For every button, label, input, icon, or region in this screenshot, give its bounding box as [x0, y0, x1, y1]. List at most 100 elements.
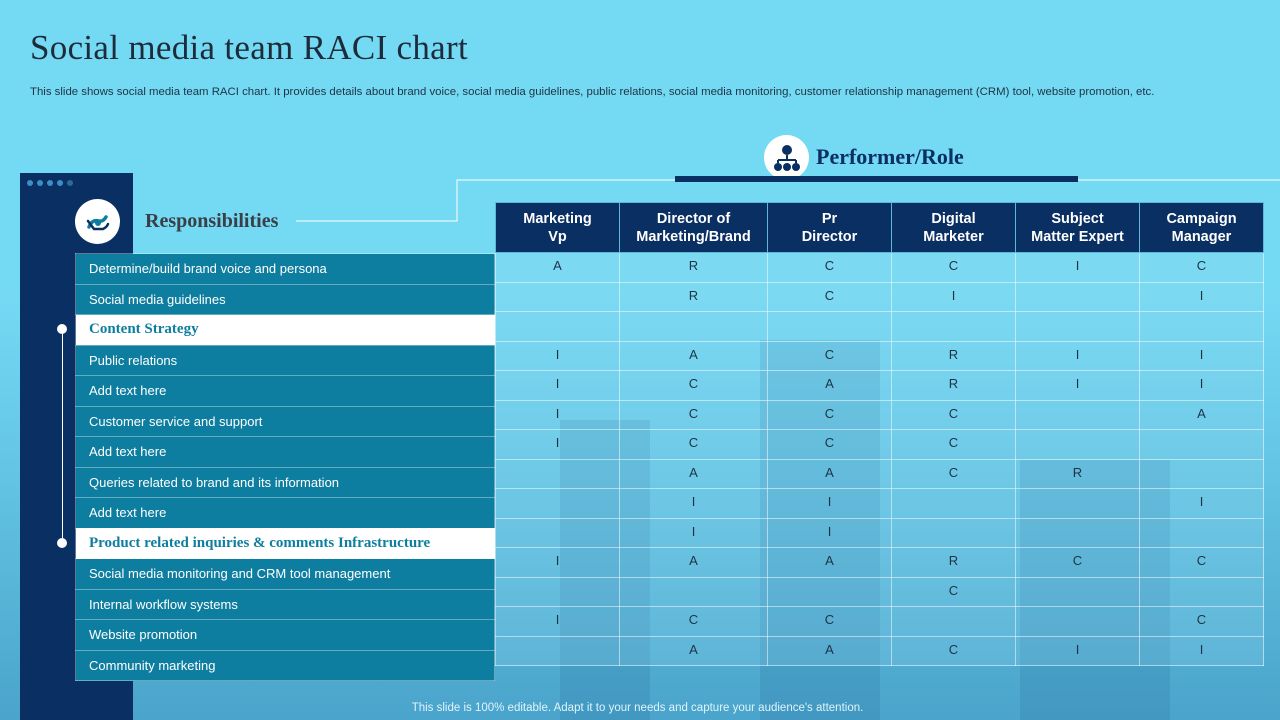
raci-cell: [767, 311, 892, 342]
role-header-line: Marketer: [923, 228, 984, 245]
raci-cell: I: [767, 488, 892, 519]
table-row: Public relations: [75, 344, 495, 376]
raci-cell: R: [891, 340, 1016, 371]
raci-cell: [495, 458, 620, 489]
raci-cell: C: [891, 576, 1016, 607]
raci-cell: I: [495, 547, 620, 578]
raci-cell: I: [495, 606, 620, 637]
raci-cell: I: [1015, 635, 1140, 666]
raci-cell: [1139, 458, 1264, 489]
role-header-line: Matter Expert: [1031, 228, 1124, 245]
raci-cell: I: [1139, 281, 1264, 312]
raci-cell: I: [619, 517, 768, 548]
raci-cell: I: [1139, 635, 1264, 666]
raci-cell: A: [495, 252, 620, 283]
table-row: ICCC: [495, 429, 1264, 460]
raci-cell: A: [767, 547, 892, 578]
raci-cell: A: [767, 458, 892, 489]
raci-cell: C: [1139, 547, 1264, 578]
timeline-dot: [57, 538, 67, 548]
raci-cell: [1015, 606, 1140, 637]
raci-cell: C: [767, 340, 892, 371]
raci-cell: [891, 311, 1016, 342]
performer-heading: Performer/Role: [816, 144, 964, 169]
raci-cell: [619, 576, 768, 607]
role-header: Pr Director: [767, 202, 892, 253]
role-header-line: Director: [801, 228, 858, 245]
raci-cell: C: [767, 399, 892, 430]
table-row: II: [495, 517, 1264, 548]
responsibility-label: Website promotion: [75, 619, 495, 651]
raci-cell: C: [767, 252, 892, 283]
responsibility-label: Add text here: [75, 375, 495, 407]
timeline-line: [62, 329, 63, 543]
raci-cell: C: [891, 429, 1016, 460]
raci-cell: A: [619, 458, 768, 489]
raci-cell: C: [1139, 606, 1264, 637]
timeline-dot: [57, 324, 67, 334]
performer-underline: [675, 176, 1078, 182]
org-chart-icon: [764, 135, 809, 180]
table-row: [495, 311, 1264, 342]
role-header-line: Pr: [821, 210, 838, 227]
raci-cell: [495, 576, 620, 607]
role-header: Subject Matter Expert: [1015, 202, 1140, 253]
table-row: C: [495, 576, 1264, 607]
raci-cell: A: [619, 340, 768, 371]
raci-cell: [891, 606, 1016, 637]
role-header-line: Marketing: [523, 210, 592, 227]
role-header-line: Director of: [656, 210, 731, 227]
raci-cell: [1139, 517, 1264, 548]
raci-cell: [891, 517, 1016, 548]
raci-cell: R: [619, 252, 768, 283]
raci-cell: I: [1139, 340, 1264, 371]
section-heading: Content Strategy: [75, 314, 495, 346]
raci-cell: R: [891, 370, 1016, 401]
table-row: Queries related to brand and its informa…: [75, 466, 495, 498]
responsibility-label: Community marketing: [75, 649, 495, 681]
raci-cell: A: [767, 635, 892, 666]
raci-cell: I: [767, 517, 892, 548]
raci-cell: C: [619, 399, 768, 430]
raci-cell: [1139, 311, 1264, 342]
table-row: Social media monitoring and CRM tool man…: [75, 558, 495, 590]
raci-cell: I: [1139, 370, 1264, 401]
table-row: AACR: [495, 458, 1264, 489]
table-row: Determine/build brand voice and persona: [75, 253, 495, 285]
table-row: IAARCC: [495, 547, 1264, 578]
role-header: Digital Marketer: [891, 202, 1016, 253]
table-row: Content Strategy: [75, 314, 495, 346]
raci-cell: C: [619, 429, 768, 460]
raci-cell: I: [1015, 252, 1140, 283]
responsibility-label: Internal workflow systems: [75, 588, 495, 620]
table-row: AACII: [495, 635, 1264, 666]
raci-cell: A: [767, 370, 892, 401]
role-header-line: Campaign: [1166, 210, 1237, 227]
table-row: Product related inquiries & comments Inf…: [75, 527, 495, 559]
table-row: Add text here: [75, 497, 495, 529]
raci-cell: C: [767, 606, 892, 637]
raci-cell: [891, 488, 1016, 519]
role-header-line: Vp: [548, 228, 567, 245]
raci-cell: R: [619, 281, 768, 312]
raci-cell: I: [495, 399, 620, 430]
raci-cell: [767, 576, 892, 607]
table-row: Add text here: [75, 436, 495, 468]
raci-cell: [1015, 488, 1140, 519]
raci-cell: C: [619, 370, 768, 401]
raci-cell: [495, 281, 620, 312]
responsibility-label: Social media guidelines: [75, 283, 495, 315]
table-row: ICCCA: [495, 399, 1264, 430]
raci-cell: C: [891, 635, 1016, 666]
role-header-line: Subject: [1051, 210, 1104, 227]
table-row: Community marketing: [75, 649, 495, 681]
table-row: Add text here: [75, 375, 495, 407]
raci-cell: C: [1015, 547, 1140, 578]
raci-cell: A: [619, 547, 768, 578]
table-row: Customer service and support: [75, 405, 495, 437]
responsibility-label: Queries related to brand and its informa…: [75, 466, 495, 498]
handshake-icon: [75, 199, 120, 244]
raci-cell: C: [619, 606, 768, 637]
raci-cell: C: [891, 252, 1016, 283]
section-heading: Product related inquiries & comments Inf…: [75, 527, 495, 559]
